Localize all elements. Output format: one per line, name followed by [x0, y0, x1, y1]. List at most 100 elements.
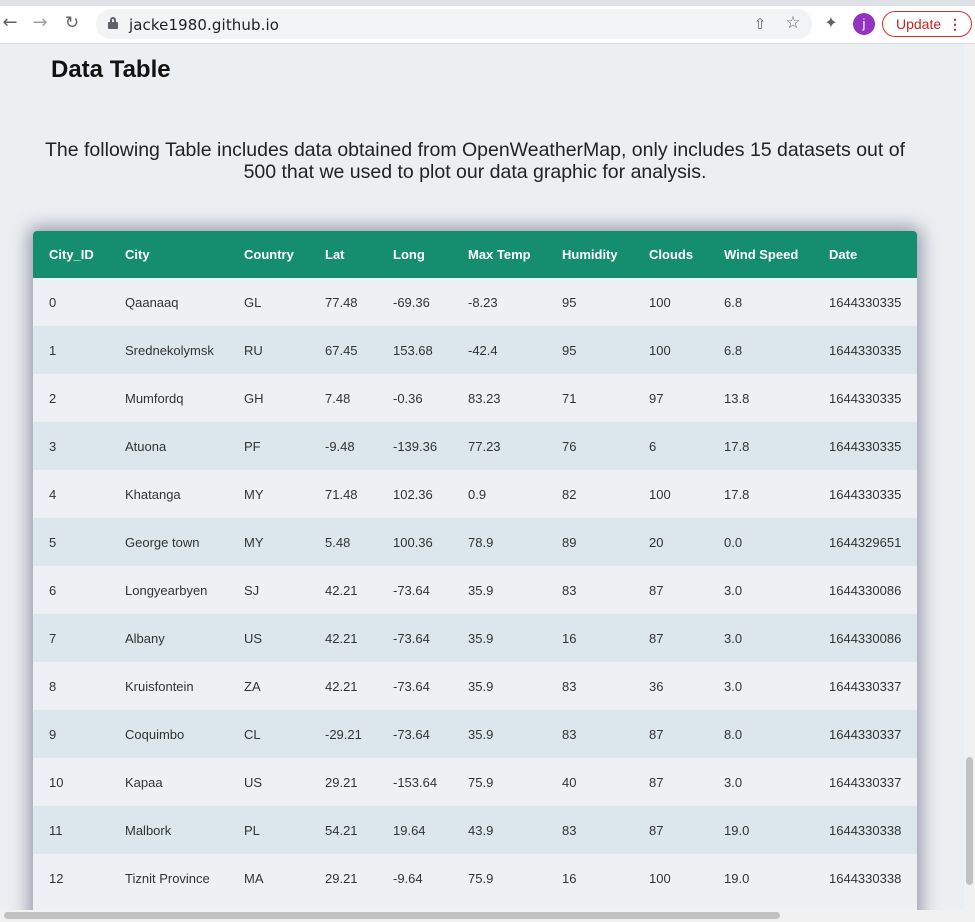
table-cell: 11 [49, 822, 63, 838]
table-cell: GH [244, 390, 264, 406]
table-cell: 97 [649, 390, 664, 406]
table-cell: 16 [562, 630, 577, 646]
table-cell: Kapaa [125, 774, 163, 790]
table-cell: 6.8 [724, 294, 743, 310]
table-cell: 100 [649, 870, 671, 886]
table-cell: GL [244, 294, 262, 310]
table-cell: 1644330338 [829, 822, 902, 838]
back-arrow-icon[interactable]: ← [0, 13, 20, 33]
table-cell: 2 [49, 390, 57, 406]
table-cell: 40 [562, 774, 577, 790]
address-bar[interactable]: jacke1980.github.io ⇧ ☆ [96, 9, 812, 39]
column-header: City [125, 247, 150, 262]
page-title: Data Table [51, 56, 171, 83]
column-header: Clouds [649, 247, 694, 262]
table-row: 0 Qaanaaq GL 77.48 -69.36 -8.23 95 100 6.8 164433… [33, 278, 917, 326]
table-cell: 17.8 [724, 486, 750, 502]
intro-paragraph: The following Table includes data obtain… [45, 139, 905, 183]
table-cell: RU [244, 342, 263, 358]
table-cell: 6 [649, 438, 657, 454]
column-header: Long [393, 247, 425, 262]
column-header: Lat [325, 247, 345, 262]
table-cell: 6.8 [724, 342, 743, 358]
column-header: Date [829, 247, 858, 262]
vertical-scrollbar-thumb[interactable] [966, 757, 973, 885]
table-cell: 29.21 [325, 774, 358, 790]
table-cell: 29.21 [325, 870, 358, 886]
table-cell: 87 [649, 774, 664, 790]
tab-strip [0, 0, 975, 6]
table-cell: 78.9 [468, 534, 494, 550]
table-cell: 5 [49, 534, 57, 550]
update-button[interactable]: Update ⋮ [882, 11, 972, 37]
table-cell: 16 [562, 870, 577, 886]
forward-arrow-icon[interactable]: → [30, 13, 50, 33]
table-row: 8 Kruisfontein ZA 42.21 -73.64 35.9 83 36 3.0 164… [33, 662, 917, 710]
table-cell: Coquimbo [125, 726, 185, 742]
table-cell: -42.4 [468, 342, 498, 358]
table-cell: 3 [49, 438, 57, 454]
table-cell: 13.8 [724, 390, 750, 406]
column-header: Max Temp [468, 247, 531, 262]
table-cell: 1644330335 [829, 486, 902, 502]
table-cell: 87 [649, 630, 664, 646]
table-cell: Kruisfontein [125, 678, 194, 694]
table-cell: 0.0 [724, 534, 743, 550]
table-cell: 6 [49, 582, 57, 598]
table-cell: 35.9 [468, 678, 494, 694]
table-cell: 36 [649, 678, 664, 694]
column-header: Wind Speed [724, 247, 799, 262]
table-cell: 71.48 [325, 486, 358, 502]
table-cell: 83 [562, 678, 577, 694]
table-cell: 67.45 [325, 342, 358, 358]
table-cell: 1644330335 [829, 294, 902, 310]
table-cell: 3.0 [724, 630, 743, 646]
table-cell: 43.9 [468, 822, 494, 838]
reload-icon[interactable]: ↻ [62, 13, 82, 33]
table-row: 5 George town MY 5.48 100.36 78.9 89 20 0.0 16443… [33, 518, 917, 566]
table-cell: 75.9 [468, 870, 494, 886]
lock-icon[interactable] [108, 17, 118, 29]
table-cell: 10 [49, 774, 64, 790]
table-cell: SJ [244, 582, 260, 598]
table-cell: 1644330335 [829, 390, 902, 406]
table-body: 0 Qaanaaq GL 77.48 -69.36 -8.23 95 100 6.8 164433… [33, 278, 917, 902]
table-cell: PL [244, 822, 260, 838]
table-cell: 102.36 [393, 486, 433, 502]
table-cell: 83 [562, 582, 577, 598]
table-cell: 35.9 [468, 630, 494, 646]
table-cell: MY [244, 486, 264, 502]
table-cell: 77.48 [325, 294, 358, 310]
table-header-row: City_ID City Country Lat Long Max Temp Humidit… [33, 231, 917, 278]
table-cell: 4 [49, 486, 57, 502]
table-cell: 35.9 [468, 726, 494, 742]
horizontal-scrollbar-thumb[interactable] [4, 912, 780, 919]
table-cell: 0.9 [468, 486, 487, 502]
star-icon[interactable]: ☆ [784, 13, 802, 33]
table-cell: -153.64 [393, 774, 438, 790]
table-cell: 77.23 [468, 438, 501, 454]
table-row: 10 Kapaa US 29.21 -153.64 75.9 40 87 3.0 16443303… [33, 758, 917, 806]
update-button-label: Update [896, 16, 942, 32]
browser-toolbar: ← → ↻ jacke1980.github.io ⇧ ☆ ✦ j Update… [0, 0, 975, 44]
table-cell: -9.64 [393, 870, 423, 886]
table-cell: 71 [562, 390, 577, 406]
table-cell: Mumfordq [125, 390, 184, 406]
table-cell: US [244, 630, 263, 646]
url-text[interactable]: jacke1980.github.io [129, 16, 279, 34]
table-cell: 89 [562, 534, 577, 550]
table-cell: 12 [49, 870, 64, 886]
table-cell: 1644330337 [829, 678, 902, 694]
table-cell: 42.21 [325, 678, 358, 694]
table-cell: 35.9 [468, 582, 494, 598]
table-cell: 100 [649, 486, 671, 502]
table-cell: 82 [562, 486, 577, 502]
table-cell: -139.36 [393, 438, 438, 454]
table-cell: US [244, 774, 263, 790]
table-cell: 1644330086 [829, 582, 902, 598]
kebab-menu-icon[interactable]: ⋮ [948, 12, 962, 36]
puzzle-icon[interactable]: ✦ [822, 13, 840, 32]
share-icon[interactable]: ⇧ [752, 15, 768, 33]
avatar[interactable]: j [853, 13, 875, 35]
table-cell: 42.21 [325, 630, 358, 646]
